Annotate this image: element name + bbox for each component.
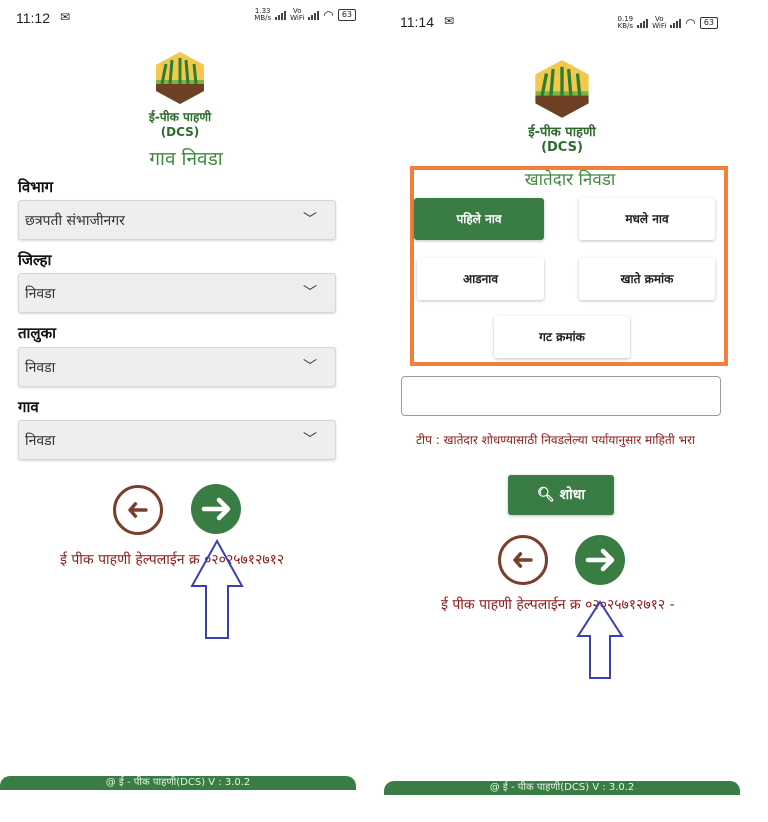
app-logo: ई-पीक पाहणी (DCS) <box>130 50 230 139</box>
district-label: जिल्हा <box>18 251 52 269</box>
logo-title: ई-पीक पाहणी <box>528 125 596 140</box>
net-speed: 1.33 MB/s <box>254 7 272 22</box>
logo-title: ई-पीक पाहणी <box>148 110 212 124</box>
crop-logo-icon <box>152 50 208 106</box>
back-button[interactable] <box>113 485 163 535</box>
next-button[interactable] <box>575 535 625 585</box>
search-input[interactable] <box>401 376 721 416</box>
status-icons: 1.33 MB/s Vo WiFi ◠ 63 <box>254 8 356 22</box>
back-button[interactable] <box>498 535 548 585</box>
village-value: निवडा <box>25 433 56 449</box>
arrow-right-icon <box>201 497 231 521</box>
chevron-down-icon: ﹀ <box>303 212 317 228</box>
signal-icon <box>637 18 649 28</box>
search-icon: 🔍︎ <box>536 487 555 503</box>
volte-indicator: Vo WiFi <box>652 15 667 30</box>
status-bar: 11:14 ✉ 0.19 KB/s Vo WiFi ◠ 63 <box>400 8 740 30</box>
wifi-icon: ◠ <box>323 8 334 22</box>
status-icons: 0.19 KB/s Vo WiFi ◠ 63 <box>618 16 718 30</box>
option-surname[interactable]: आडनाव <box>417 258 544 300</box>
village-label: गाव <box>18 398 39 416</box>
mail-icon: ✉ <box>444 14 455 28</box>
app-footer: @ ई - पीक पाहणी(DCS) V : 3.0.2 <box>384 781 740 795</box>
option-first-name[interactable]: पहिले नाव <box>414 198 544 240</box>
chevron-down-icon: ﹀ <box>303 432 317 448</box>
net-speed: 0.19 KB/s <box>617 15 634 30</box>
left-screen: 11:12 ✉ 1.33 MB/s Vo WiFi ◠ 63 ई-पीक पाहणी… <box>0 0 372 822</box>
division-value: छत्रपती संभाजीनगर <box>25 213 125 229</box>
division-select[interactable]: छत्रपती संभाजीनगर ﹀ <box>18 200 336 240</box>
next-button[interactable] <box>191 484 241 534</box>
option-group-number[interactable]: गट क्रमांक <box>494 316 630 358</box>
wifi-icon: ◠ <box>685 16 696 30</box>
annotation-up-arrow-icon <box>190 538 244 639</box>
right-screen: 11:14 ✉ 0.19 KB/s Vo WiFi ◠ 63 ई-पीक पाहणी… <box>384 0 756 822</box>
arrow-left-icon <box>128 502 148 518</box>
search-button[interactable]: 🔍︎ शोधा <box>508 475 614 515</box>
helpline-text: ई पीक पाहणी हेल्पलाईन क्र ०२०२५७१२७१२ - <box>441 597 675 613</box>
taluka-label: तालुका <box>18 324 57 342</box>
village-select[interactable]: निवडा ﹀ <box>18 420 336 460</box>
district-select[interactable]: निवडा ﹀ <box>18 273 336 313</box>
status-bar: 11:12 ✉ 1.33 MB/s Vo WiFi ◠ 63 <box>16 8 356 28</box>
volte-indicator: Vo WiFi <box>290 7 305 22</box>
arrow-left-icon <box>513 552 533 568</box>
annotation-up-arrow-icon <box>576 600 624 679</box>
status-time: 11:14 <box>400 14 434 30</box>
signal-icon-2 <box>670 18 682 28</box>
option-account-number[interactable]: खाते क्रमांक <box>579 258 715 300</box>
chevron-down-icon: ﹀ <box>303 285 317 301</box>
taluka-select[interactable]: निवडा ﹀ <box>18 347 336 387</box>
chevron-down-icon: ﹀ <box>303 359 317 375</box>
battery-indicator: 63 <box>699 17 718 29</box>
app-footer: @ ई - पीक पाहणी(DCS) V : 3.0.2 <box>0 776 356 790</box>
taluka-value: निवडा <box>25 360 56 376</box>
logo-subtitle: (DCS) <box>160 125 200 139</box>
arrow-right-icon <box>585 548 615 572</box>
app-logo: ई-पीक पाहणी (DCS) <box>512 58 612 155</box>
tip-text: टीप : खातेदार शोधण्यासाठी निवडलेल्या पर्… <box>416 433 696 447</box>
search-button-label: शोधा <box>559 487 586 503</box>
account-holder-title: खातेदार निवडा <box>524 170 616 190</box>
division-label: विभाग <box>18 178 54 196</box>
signal-icon-2 <box>308 10 320 20</box>
district-value: निवडा <box>25 286 56 302</box>
crop-logo-icon <box>531 58 593 120</box>
helpline-text: ई पीक पाहणी हेल्पलाईन क्र ०२०२५७१२७१२ <box>60 552 285 568</box>
logo-subtitle: (DCS) <box>541 140 583 155</box>
mail-icon: ✉ <box>60 10 71 24</box>
status-time: 11:12 <box>16 10 50 26</box>
option-middle-name[interactable]: मधले नाव <box>579 198 715 240</box>
battery-indicator: 63 <box>337 9 356 21</box>
page-title: गाव निवडा <box>149 148 223 170</box>
signal-icon <box>275 10 287 20</box>
